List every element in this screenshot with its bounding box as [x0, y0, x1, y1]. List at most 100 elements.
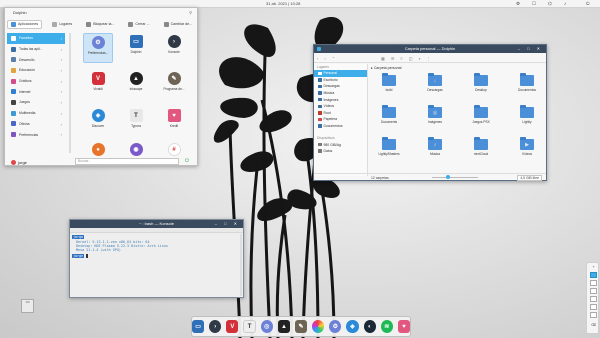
- category-games[interactable]: Juegos ›: [7, 97, 65, 108]
- place-pictures[interactable]: Imágenes: [314, 96, 367, 103]
- app-inkscape[interactable]: ▲ Inkscape: [121, 70, 151, 100]
- folder-desktop[interactable]: Desktop: [464, 73, 498, 103]
- menu-icon[interactable]: ⋮: [427, 56, 431, 61]
- tab-places[interactable]: Lugares: [48, 20, 76, 29]
- trash-icon[interactable]: ⌫: [591, 323, 596, 328]
- folder-videos[interactable]: ▶ Vídeos: [510, 137, 544, 167]
- konsole-titlebar[interactable]: ~ : bash — Konsole – □ ✕: [70, 220, 243, 228]
- category-graphics[interactable]: Gráficos ›: [7, 76, 65, 87]
- free-space[interactable]: 4,5 GiB libre: [517, 175, 542, 181]
- launcher-search-input[interactable]: Buscar...: [75, 158, 179, 165]
- steam-icon[interactable]: ◐: [363, 320, 376, 333]
- icons-view-icon[interactable]: ▦: [381, 56, 385, 61]
- folder-imagenes[interactable]: ◎ Imágenes: [418, 105, 452, 135]
- virtual-desktop-3[interactable]: [590, 288, 597, 294]
- app-kredit[interactable]: ♥ Kredit: [159, 107, 189, 137]
- app-dolphin[interactable]: ▭ Dolphin: [121, 33, 151, 63]
- power-menu-icon[interactable]: ⏻: [183, 158, 191, 165]
- app-konsole[interactable]: › Konsole: [159, 33, 189, 63]
- add-widget-icon[interactable]: +: [591, 265, 596, 270]
- kredit-icon[interactable]: ♥: [397, 320, 410, 333]
- pin-icon[interactable]: ⚲: [189, 10, 192, 15]
- device-drive-1[interactable]: 980 GiB/Ag: [314, 141, 367, 148]
- gimp-icon[interactable]: ✎: [295, 320, 308, 333]
- place-documents[interactable]: Documentos: [314, 123, 367, 130]
- search-icon[interactable]: ⌕: [419, 56, 421, 61]
- kate-icon[interactable]: ◎: [260, 320, 273, 333]
- app-eye[interactable]: ◉: [121, 141, 151, 159]
- folder-lightlyshaders[interactable]: LightlyShaders: [372, 137, 406, 167]
- lock-screen-button[interactable]: Bloquear la...: [82, 20, 118, 29]
- app-slack[interactable]: #: [159, 141, 189, 159]
- virtual-desktop-6[interactable]: [590, 312, 597, 318]
- app-gimp[interactable]: ✎ Programa de...: [159, 70, 189, 100]
- virtual-desktop-2[interactable]: [590, 280, 597, 286]
- place-home[interactable]: Personal: [314, 70, 367, 77]
- category-development[interactable]: Desarrollo ›: [7, 54, 65, 65]
- terminal-scrollbar[interactable]: [240, 234, 242, 296]
- place-root[interactable]: Root: [314, 110, 367, 117]
- window-controls[interactable]: – □ ✕: [518, 45, 543, 53]
- category-education[interactable]: Educación ›: [7, 65, 65, 76]
- app-system-settings[interactable]: ⚙ Preferencias...: [83, 33, 113, 63]
- volume-tray-icon[interactable]: ♪: [564, 1, 566, 6]
- switch-user-button[interactable]: Cambiar de...: [160, 20, 197, 29]
- category-office[interactable]: Oficina ›: [7, 119, 65, 130]
- category-favorites[interactable]: Favoritos ›: [7, 33, 65, 44]
- folder-nextcloud[interactable]: nextCloud: [464, 137, 498, 167]
- compact-view-icon[interactable]: ☰: [391, 56, 395, 61]
- desktop-widget[interactable]: 1/4: [21, 299, 34, 313]
- virtual-desktop-4[interactable]: [590, 296, 597, 302]
- up-icon[interactable]: ⌃: [332, 56, 335, 61]
- details-view-icon[interactable]: ≡: [400, 56, 402, 61]
- place-downloads[interactable]: Descargas: [314, 83, 367, 90]
- place-desktop[interactable]: Escritorio: [314, 77, 367, 84]
- device-drive-2[interactable]: Datos: [314, 148, 367, 155]
- place-music[interactable]: Música: [314, 90, 367, 97]
- network-tray-icon[interactable]: ⌬: [548, 1, 552, 7]
- folder-musica[interactable]: ♪ Música: [418, 137, 452, 167]
- category-settings[interactable]: Preferencias ›: [7, 129, 65, 140]
- color-icon[interactable]: [312, 320, 325, 333]
- folder-documentos[interactable]: Documentos: [510, 73, 544, 103]
- category-scrollbar[interactable]: [69, 33, 71, 153]
- settings-tray-icon[interactable]: ⚙: [516, 1, 520, 7]
- vivaldi-icon[interactable]: V: [226, 320, 239, 333]
- folder-descargas[interactable]: ↓ Descargas: [418, 73, 452, 103]
- place-videos[interactable]: Vídeos: [314, 103, 367, 110]
- dolphin-titlebar[interactable]: Carpeta personal — Dolphin – □ ✕: [314, 45, 546, 53]
- dolphin-icon[interactable]: ▭: [192, 320, 205, 333]
- category-multimedia[interactable]: Multimedia ›: [7, 108, 65, 119]
- folder-documents[interactable]: Documents: [372, 105, 406, 135]
- window-controls[interactable]: – □ ✕: [215, 220, 240, 228]
- folder-juegos-psx[interactable]: Juegos PSX: [464, 105, 498, 135]
- system-settings-icon[interactable]: ⚙: [329, 320, 342, 333]
- forward-icon[interactable]: ›: [324, 56, 325, 61]
- virtual-desktop-1[interactable]: [590, 272, 597, 278]
- app-vivaldi[interactable]: V Vivaldi: [83, 70, 113, 100]
- konsole-icon[interactable]: ›: [209, 320, 222, 333]
- tab-applications[interactable]: Aplicaciones: [7, 19, 43, 29]
- spotify-icon[interactable]: ≋: [380, 320, 393, 333]
- breadcrumb[interactable]: ▸ Carpeta personal: [371, 66, 401, 70]
- user-profile[interactable]: jorge: [11, 160, 27, 165]
- typora-icon[interactable]: T: [243, 320, 256, 333]
- folder-build[interactable]: build: [372, 73, 406, 103]
- split-icon[interactable]: ◫: [409, 56, 413, 61]
- app-discover[interactable]: ◈ Discover: [83, 107, 113, 137]
- category-internet[interactable]: Internet ›: [7, 86, 65, 97]
- inkscape-icon[interactable]: ▲: [277, 320, 290, 333]
- zoom-slider-handle[interactable]: [446, 175, 450, 179]
- clock[interactable]: 31 ab. 2021 | 10:28: [266, 1, 300, 6]
- app-typora[interactable]: T Typora: [121, 107, 151, 137]
- discover-icon[interactable]: ◈: [346, 320, 359, 333]
- terminal-prompt[interactable]: jorge _: [72, 254, 89, 258]
- back-icon[interactable]: ‹: [317, 56, 318, 61]
- clipboard-tray-icon[interactable]: ☐: [532, 1, 536, 7]
- app-firefox[interactable]: ●: [83, 141, 113, 159]
- folder-lightly[interactable]: Lightly: [510, 105, 544, 135]
- category-all-apps[interactable]: Todas las apli... ›: [7, 44, 65, 55]
- zoom-slider[interactable]: [432, 177, 478, 178]
- place-trash[interactable]: Papelera: [314, 116, 367, 123]
- virtual-desktop-5[interactable]: [590, 304, 597, 310]
